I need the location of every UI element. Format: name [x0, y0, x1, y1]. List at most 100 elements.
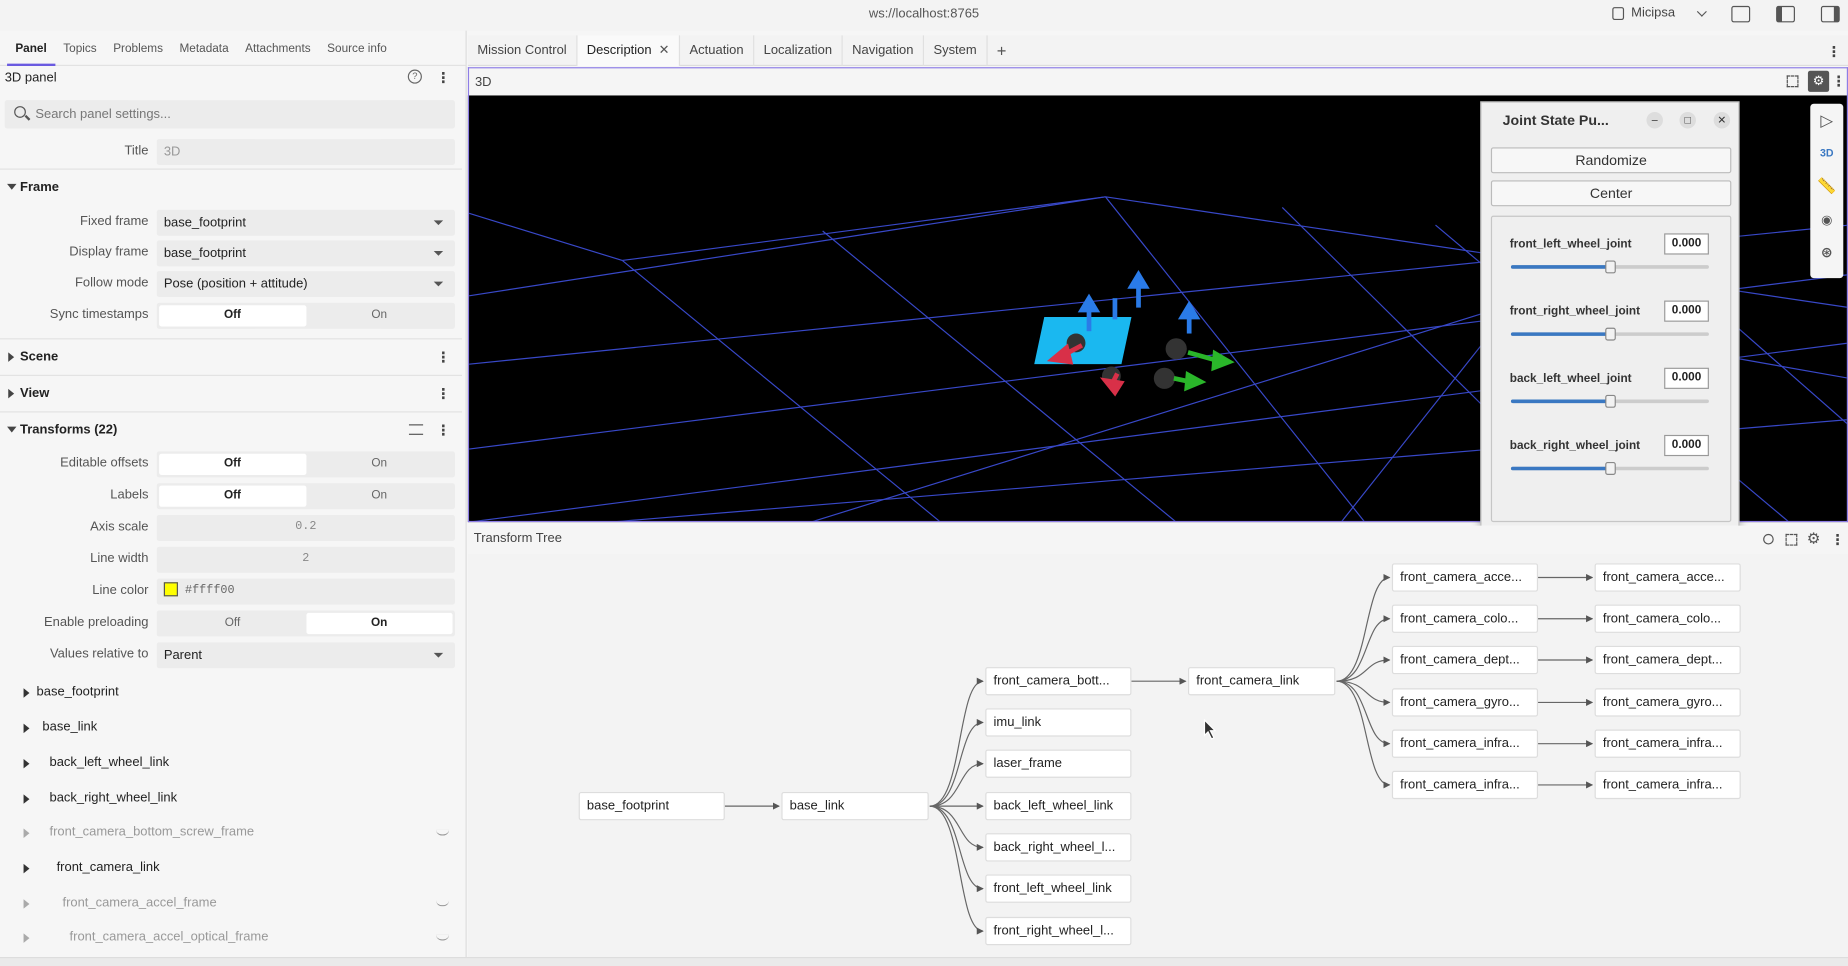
toggle-off[interactable]: Off: [159, 613, 306, 634]
sync-timestamps-toggle[interactable]: Off On: [156, 302, 455, 329]
slider-thumb[interactable]: [1605, 394, 1616, 408]
toggle-off[interactable]: Off: [159, 485, 306, 507]
transform-tree-graph[interactable]: base_footprint base_link front_camera_bo…: [467, 553, 1848, 957]
fullscreen-icon[interactable]: [1786, 75, 1799, 88]
center-button[interactable]: Center: [1490, 180, 1732, 207]
expand-icon[interactable]: [23, 933, 30, 943]
tree-node[interactable]: front_camera_gyro...: [1391, 688, 1539, 717]
tree-node[interactable]: front_camera_bott...: [985, 667, 1132, 696]
toggle-off[interactable]: Off: [159, 453, 306, 475]
expand-icon[interactable]: [23, 723, 30, 734]
joint-slider[interactable]: [1510, 394, 1709, 408]
recenter-icon[interactable]: [1763, 533, 1774, 545]
frame-item-base-link[interactable]: base_link: [0, 711, 462, 746]
tab-topics[interactable]: Topics: [55, 31, 105, 66]
tree-node[interactable]: front_camera_infra...: [1594, 729, 1741, 758]
jsp-titlebar[interactable]: Joint State Pu... – □ ✕: [1481, 103, 1738, 138]
tab-localization[interactable]: Localization: [754, 35, 843, 66]
tab-source-info[interactable]: Source info: [319, 31, 395, 66]
randomize-button[interactable]: Randomize: [1490, 147, 1732, 174]
editable-offsets-toggle[interactable]: Off On: [156, 451, 455, 478]
add-panel-icon[interactable]: [1731, 5, 1751, 23]
toggle-on[interactable]: On: [305, 612, 453, 635]
kebab-icon[interactable]: ⋮: [1827, 44, 1841, 60]
display-frame-select[interactable]: base_footprint: [156, 240, 455, 267]
section-scene[interactable]: Scene ⋮: [0, 338, 462, 373]
tree-node[interactable]: front_camera_colo...: [1391, 604, 1539, 633]
section-transforms[interactable]: Transforms (22) ⋮: [0, 411, 462, 446]
3d-mode-button[interactable]: 3D: [1810, 137, 1843, 170]
tree-node[interactable]: front_camera_dept...: [1391, 645, 1539, 675]
eye-off-icon[interactable]: [436, 900, 450, 907]
tab-actuation[interactable]: Actuation: [680, 35, 755, 66]
frame-item-front-camera-link[interactable]: front_camera_link: [0, 851, 462, 886]
kebab-icon[interactable]: ⋮: [1831, 73, 1845, 89]
tree-node[interactable]: front_left_wheel_link: [985, 874, 1132, 903]
frame-item-base-footprint[interactable]: base_footprint: [0, 675, 462, 710]
tree-node[interactable]: front_right_wheel_l...: [985, 916, 1132, 946]
ruler-icon[interactable]: 📏: [1810, 170, 1843, 203]
tree-node[interactable]: front_camera_colo...: [1594, 604, 1741, 633]
enable-preloading-toggle[interactable]: Off On: [156, 610, 455, 637]
kebab-icon[interactable]: ⋮: [436, 349, 450, 366]
expand-icon[interactable]: [23, 863, 30, 874]
tab-navigation[interactable]: Navigation: [843, 35, 925, 66]
eye-off-icon[interactable]: [436, 935, 450, 941]
gear-icon[interactable]: ⚙: [1807, 70, 1830, 92]
tab-system[interactable]: System: [924, 35, 988, 66]
kebab-icon[interactable]: ⋮: [436, 422, 450, 438]
section-frame[interactable]: Frame: [0, 168, 462, 204]
close-icon[interactable]: ✕: [659, 44, 670, 58]
tab-problems[interactable]: Problems: [105, 31, 171, 66]
select-icon[interactable]: ▷: [1810, 104, 1843, 137]
eye-off-icon[interactable]: [436, 830, 450, 836]
center-icon[interactable]: ⊛: [1810, 236, 1843, 269]
tree-node-front-camera-link[interactable]: front_camera_link: [1187, 667, 1336, 696]
filter-icon[interactable]: [408, 424, 424, 435]
tree-node[interactable]: back_right_wheel_l...: [985, 833, 1132, 862]
expand-icon[interactable]: [23, 828, 30, 838]
search-input[interactable]: Search panel settings...: [4, 100, 455, 129]
help-icon[interactable]: ?: [407, 69, 422, 84]
joint-value-input[interactable]: 0.000: [1664, 434, 1709, 457]
labels-toggle[interactable]: Off On: [156, 483, 455, 510]
frame-item-front-camera-bottom-screw[interactable]: front_camera_bottom_screw_frame: [0, 816, 462, 851]
tree-node[interactable]: front_camera_infra...: [1594, 770, 1741, 800]
color-swatch[interactable]: [163, 582, 178, 597]
line-width-input[interactable]: 2: [156, 546, 455, 573]
tree-node-base-link[interactable]: base_link: [781, 791, 929, 821]
fixed-frame-select[interactable]: base_footprint: [156, 209, 455, 236]
right-sidebar-icon[interactable]: [1820, 5, 1840, 23]
gear-icon[interactable]: ⚙: [1807, 529, 1821, 548]
expand-icon[interactable]: [23, 899, 30, 909]
tree-node[interactable]: front_camera_infra...: [1391, 770, 1539, 800]
slider-thumb[interactable]: [1605, 260, 1616, 274]
joint-value-input[interactable]: 0.000: [1664, 367, 1709, 389]
slider-thumb[interactable]: [1605, 461, 1616, 475]
kebab-icon[interactable]: ⋮: [1830, 532, 1844, 549]
kebab-icon[interactable]: ⋮: [436, 70, 450, 86]
axis-scale-input[interactable]: 0.2: [156, 515, 455, 541]
tree-node[interactable]: front_camera_dept...: [1594, 645, 1741, 675]
joint-slider[interactable]: [1510, 327, 1709, 341]
tab-description[interactable]: Description ✕: [577, 35, 681, 66]
frame-item-back-right-wheel[interactable]: back_right_wheel_link: [0, 781, 462, 816]
tab-panel[interactable]: Panel: [7, 31, 56, 66]
frame-item-front-camera-accel-optical[interactable]: front_camera_accel_optical_frame: [0, 920, 462, 955]
tree-node[interactable]: laser_frame: [985, 749, 1132, 778]
tree-node-base-footprint[interactable]: base_footprint: [578, 791, 725, 821]
plus-icon[interactable]: +: [987, 35, 1016, 64]
kebab-icon[interactable]: ⋮: [436, 385, 450, 402]
pin-icon[interactable]: ◉: [1810, 203, 1843, 236]
toggle-on[interactable]: On: [306, 454, 453, 475]
tree-node[interactable]: imu_link: [985, 708, 1132, 737]
values-relative-select[interactable]: Parent: [156, 642, 455, 669]
joint-value-input[interactable]: 0.000: [1664, 233, 1709, 255]
expand-icon[interactable]: [23, 794, 30, 804]
follow-mode-select[interactable]: Pose (position + attitude): [156, 271, 455, 297]
maximize-icon[interactable]: □: [1679, 111, 1696, 129]
frame-item-front-camera-accel[interactable]: front_camera_accel_frame: [0, 886, 462, 921]
tree-node[interactable]: back_left_wheel_link: [985, 791, 1132, 821]
tab-attachments[interactable]: Attachments: [237, 31, 319, 66]
joint-slider[interactable]: [1510, 260, 1709, 274]
